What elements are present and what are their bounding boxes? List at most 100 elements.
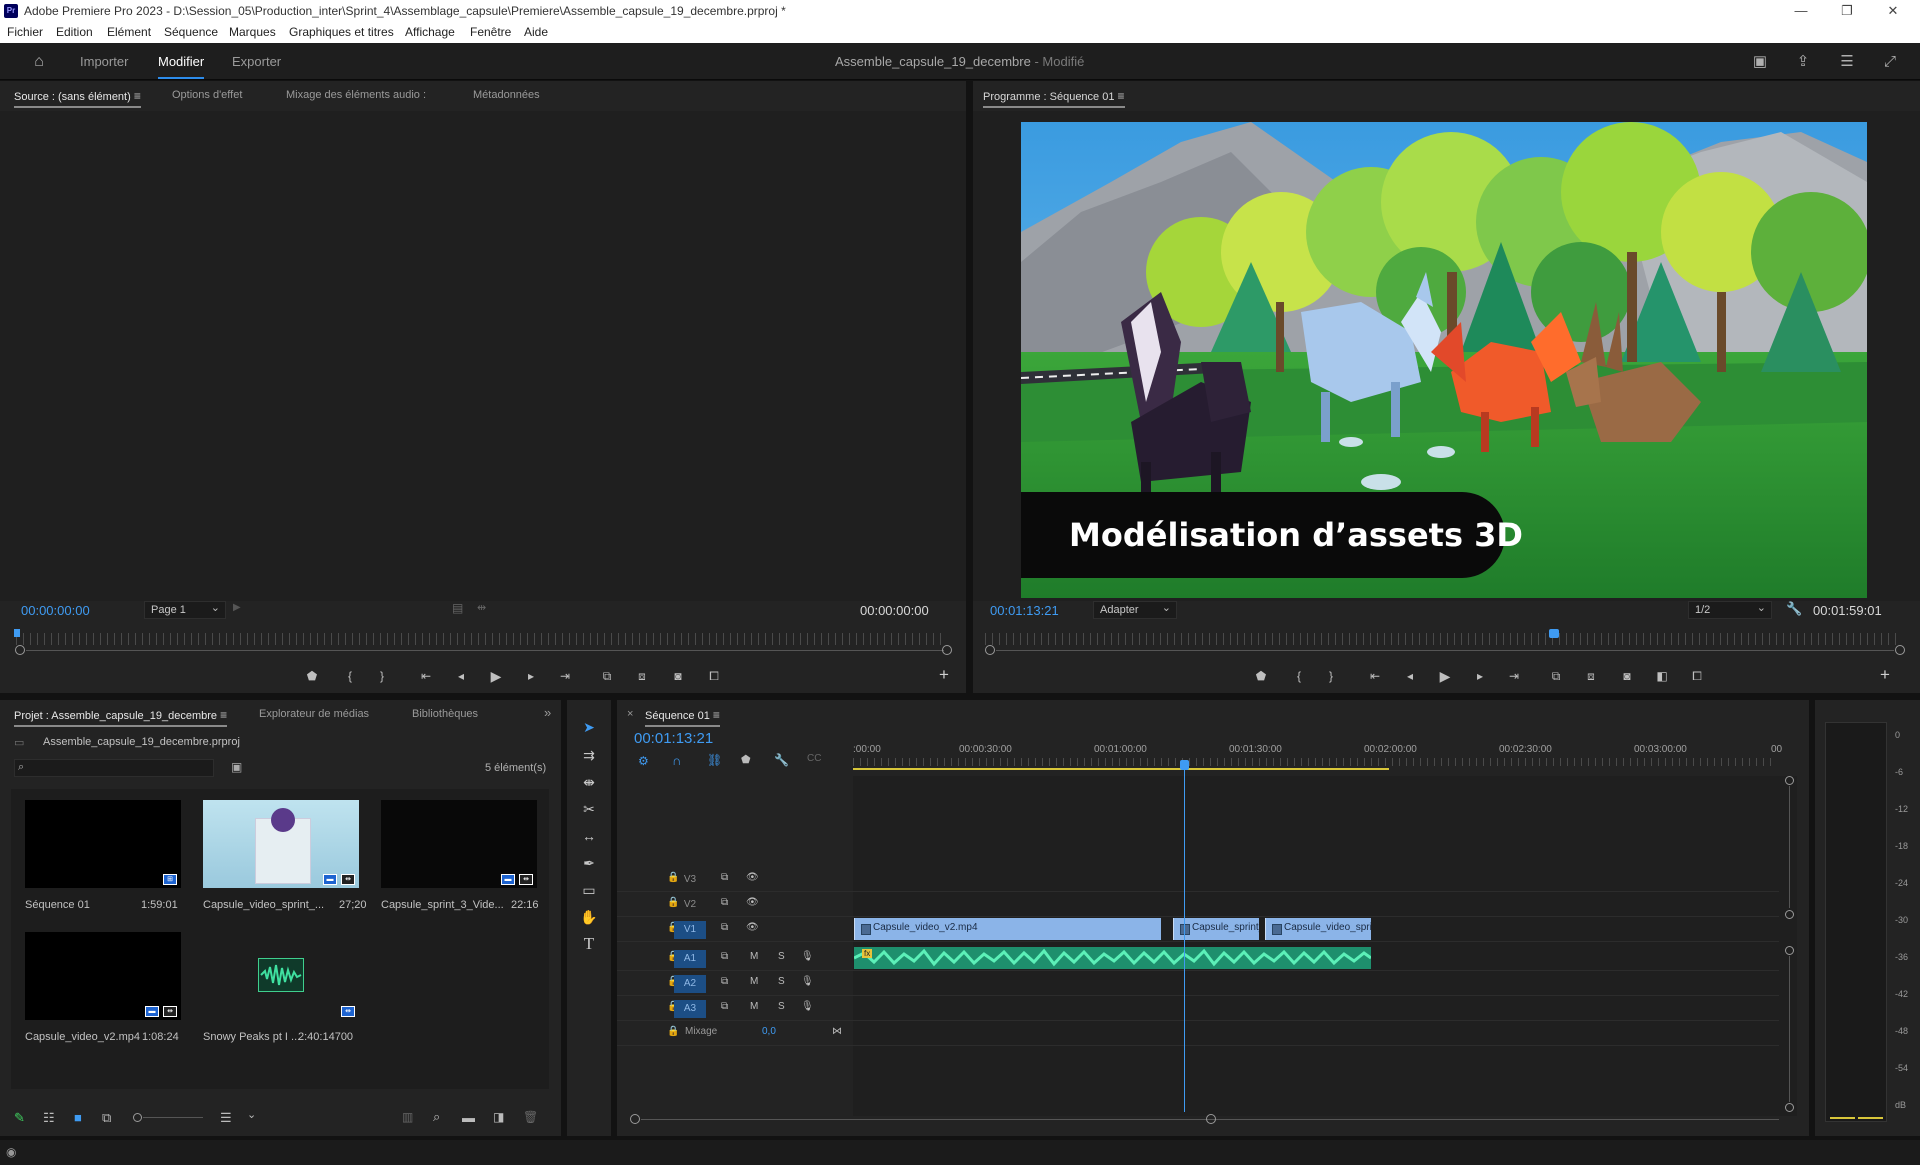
wrench-icon[interactable]: 🔧: [1786, 601, 1802, 617]
microphone-icon[interactable]: 🎙: [801, 951, 814, 962]
video-scroll-top[interactable]: [1785, 776, 1794, 785]
sync-lock-icon[interactable]: ⧉: [721, 922, 728, 933]
program-export-frame-icon[interactable]: ◙: [1618, 667, 1636, 685]
audio-clip[interactable]: fx: [854, 947, 1371, 969]
write-protect-icon[interactable]: ✎: [14, 1110, 25, 1126]
video-clip[interactable]: Capsule_sprint_3: [1173, 918, 1259, 940]
minimize-button[interactable]: —: [1778, 0, 1824, 22]
solo-button[interactable]: S: [778, 976, 785, 987]
compare-icon[interactable]: ⧠: [705, 667, 723, 685]
go-to-out-icon[interactable]: ⇥: [556, 667, 574, 685]
track-target-a3[interactable]: A3: [674, 1000, 706, 1018]
tab-program[interactable]: Programme : Séquence 01 ≡: [983, 89, 1125, 108]
insert-icon[interactable]: ⇹: [477, 601, 486, 614]
eye-icon[interactable]: 👁: [746, 922, 759, 933]
zoom-slider-handle[interactable]: [133, 1113, 142, 1122]
menu-affichage[interactable]: Affichage: [405, 25, 455, 39]
program-scrollbar[interactable]: [996, 650, 1894, 651]
mute-button[interactable]: M: [750, 1001, 758, 1012]
new-item-icon[interactable]: ◨: [493, 1110, 504, 1124]
tab-modifier[interactable]: Modifier: [158, 54, 205, 79]
program-step-forward-icon[interactable]: ▸: [1471, 667, 1489, 685]
timeline-timecode[interactable]: 00:01:13:21: [634, 730, 713, 747]
step-forward-icon[interactable]: ▸: [522, 667, 540, 685]
menu-element[interactable]: Elément: [107, 25, 151, 39]
tab-importer[interactable]: Importer: [80, 54, 128, 69]
microphone-icon[interactable]: 🎙: [801, 1001, 814, 1012]
fullscreen-icon[interactable]: ⤢: [1880, 52, 1900, 72]
program-add-button-icon[interactable]: +: [1880, 665, 1890, 685]
freeform-view-icon[interactable]: ⧉: [102, 1110, 111, 1126]
source-playhead[interactable]: [14, 629, 20, 637]
settings-small-icon[interactable]: ▤: [452, 601, 463, 615]
home-icon[interactable]: ⌂: [29, 52, 49, 72]
sync-lock-icon[interactable]: ⧉: [721, 1001, 728, 1012]
playhead-handle[interactable]: [1180, 760, 1189, 770]
share-icon[interactable]: ⇪: [1793, 52, 1813, 72]
insert-clip-icon[interactable]: ⧉: [598, 667, 616, 685]
source-ruler[interactable]: [16, 633, 946, 645]
program-add-marker-icon[interactable]: ⬟: [1252, 667, 1270, 685]
program-play-icon[interactable]: ▶: [1436, 667, 1454, 685]
tab-exporter[interactable]: Exporter: [232, 54, 281, 69]
proxy-toggle-icon[interactable]: ⧠: [1688, 667, 1706, 685]
rectangle-tool-icon[interactable]: ▭: [578, 879, 600, 901]
track-select-tool-icon[interactable]: ⇉: [578, 744, 600, 766]
close-sequence-icon[interactable]: ×: [627, 708, 633, 720]
source-timecode-in[interactable]: 00:00:00:00: [21, 603, 90, 618]
step-back-icon[interactable]: ◂: [452, 667, 470, 685]
overwrite-clip-icon[interactable]: ⧈: [633, 667, 651, 685]
new-bin-icon[interactable]: ▬: [462, 1110, 475, 1125]
timeline-ruler[interactable]: :00:00 00:00:30:00 00:01:00:00 00:01:30:…: [853, 740, 1797, 770]
resolution-select[interactable]: 1/2: [1688, 601, 1772, 619]
slip-tool-icon[interactable]: ↔: [578, 825, 600, 847]
menu-aide[interactable]: Aide: [524, 25, 548, 39]
thumbnail-capsule-v2[interactable]: ▬ ⇹: [25, 932, 181, 1020]
mix-value[interactable]: 0,0: [762, 1026, 776, 1037]
comparison-view-icon[interactable]: ◧: [1653, 667, 1671, 685]
mark-out-icon[interactable]: }: [373, 667, 391, 685]
sync-lock-icon[interactable]: ⧉: [721, 951, 728, 962]
linked-selection-icon[interactable]: ⛓: [707, 753, 722, 767]
program-scroll-end[interactable]: [1895, 645, 1905, 655]
track-target-v1[interactable]: V1: [674, 921, 706, 939]
menu-edition[interactable]: Edition: [56, 25, 93, 39]
tab-sequence-01[interactable]: Séquence 01 ≡: [645, 708, 720, 727]
mute-button[interactable]: M: [750, 951, 758, 962]
fit-select[interactable]: Adapter: [1093, 601, 1177, 619]
tab-metadata[interactable]: Métadonnées: [473, 89, 540, 101]
timeline-zoom-end[interactable]: [1206, 1114, 1216, 1124]
extract-icon[interactable]: ⧈: [1582, 667, 1600, 685]
go-to-in-icon[interactable]: ⇤: [417, 667, 435, 685]
source-scrollbar[interactable]: [26, 650, 944, 651]
delete-icon[interactable]: 🗑: [523, 1110, 538, 1124]
lock-icon[interactable]: 🔒: [667, 1026, 679, 1037]
workspaces-icon[interactable]: ☰: [1837, 52, 1857, 72]
lift-icon[interactable]: ⧉: [1547, 667, 1565, 685]
timeline-playhead[interactable]: [1184, 760, 1185, 1112]
mute-button[interactable]: M: [750, 976, 758, 987]
add-marker-icon[interactable]: ⬟: [303, 667, 321, 685]
selection-tool-icon[interactable]: ➤: [578, 716, 600, 738]
play-icon[interactable]: ▶: [487, 667, 505, 685]
video-clip[interactable]: Capsule_video_sprint_: [1265, 918, 1371, 940]
tab-audio-mixer[interactable]: Mixage des éléments audio :: [286, 89, 426, 101]
video-clip[interactable]: Capsule_video_v2.mp4: [854, 918, 1161, 940]
zoom-slider[interactable]: [143, 1117, 203, 1118]
quick-export-icon[interactable]: ▣: [1750, 52, 1770, 72]
nest-toggle-icon[interactable]: ⚙: [638, 754, 649, 768]
thumbnail-capsule-sprint[interactable]: ▬ ⇹: [203, 800, 359, 888]
microphone-icon[interactable]: 🎙: [801, 976, 814, 987]
audio-scroll-bottom[interactable]: [1785, 1103, 1794, 1112]
tab-media-browser[interactable]: Explorateur de médias: [259, 708, 369, 720]
new-bin-from-search-icon[interactable]: ▣: [231, 760, 242, 774]
video-scroll-bottom[interactable]: [1785, 910, 1794, 919]
scroll-end-handle[interactable]: [942, 645, 952, 655]
export-frame-icon[interactable]: ◙: [669, 667, 687, 685]
program-timecode[interactable]: 00:01:13:21: [990, 603, 1059, 618]
menu-marques[interactable]: Marques: [229, 25, 276, 39]
close-button[interactable]: ✕: [1870, 0, 1916, 22]
program-mark-in-icon[interactable]: {: [1290, 667, 1308, 685]
program-go-to-out-icon[interactable]: ⇥: [1505, 667, 1523, 685]
program-step-back-icon[interactable]: ◂: [1401, 667, 1419, 685]
